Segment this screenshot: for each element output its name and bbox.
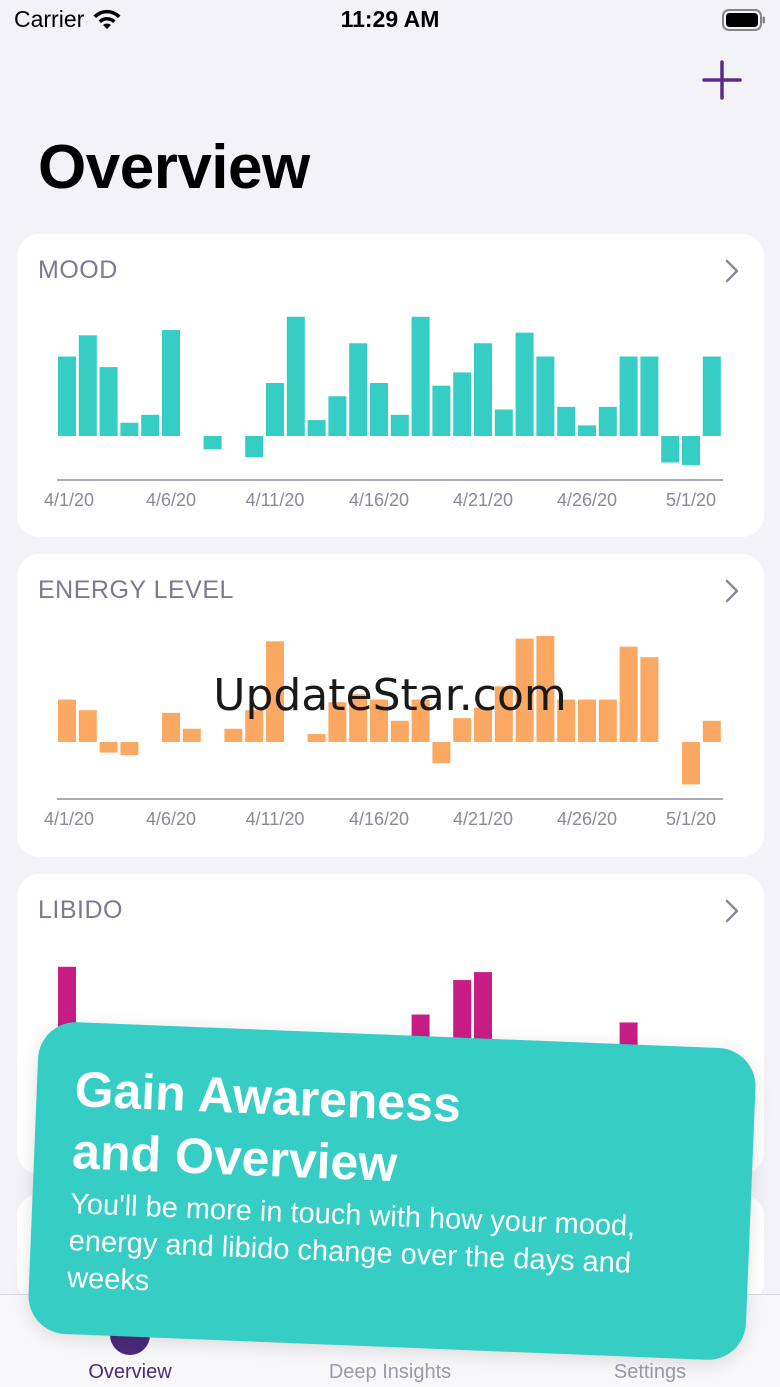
bar-4-24-20 bbox=[536, 356, 555, 436]
bar-4-4-20 bbox=[120, 422, 139, 436]
bar-4-7-20 bbox=[182, 728, 201, 742]
x-tick-label: 4/6/20 bbox=[146, 809, 196, 829]
tab-overview[interactable]: Overview bbox=[30, 1361, 230, 1384]
status-time: 11:29 AM bbox=[340, 6, 440, 32]
bar-4-8-20 bbox=[203, 436, 222, 450]
bar-4-30-20 bbox=[661, 436, 680, 463]
promo-title: Gain Awareness and Overview bbox=[71, 1058, 717, 1208]
x-tick-label: 4/26/20 bbox=[557, 490, 617, 510]
bar-4-20-20 bbox=[453, 372, 472, 436]
x-tick-label: 4/6/20 bbox=[146, 490, 196, 510]
bar-4-1-20 bbox=[58, 356, 76, 436]
bar-4-5-20 bbox=[141, 414, 160, 436]
bar-4-2-20 bbox=[78, 335, 97, 436]
bar-4-3-20 bbox=[99, 742, 118, 753]
bar-5-1-20 bbox=[682, 436, 700, 466]
bar-4-19-20 bbox=[432, 385, 451, 436]
bar-4-6-20 bbox=[162, 330, 180, 436]
bar-5-1-20 bbox=[682, 742, 700, 785]
bar-5-2-20 bbox=[702, 720, 721, 742]
bar-4-3-20 bbox=[99, 367, 118, 436]
x-tick-label: 4/1/20 bbox=[44, 809, 94, 829]
x-tick-label: 4/1/20 bbox=[44, 490, 94, 510]
x-tick-label: 4/11/20 bbox=[246, 490, 305, 510]
mood-card[interactable]: MOOD 4/1/20 4/6/20 4/11/20 4/16/20 4/21/20 4/… bbox=[17, 234, 764, 537]
bar-4-13-20 bbox=[307, 420, 326, 436]
bar-4-17-20 bbox=[390, 414, 409, 436]
bar-4-21-20 bbox=[474, 343, 492, 436]
bar-5-2-20 bbox=[702, 356, 721, 436]
x-tick-label: 4/11/20 bbox=[246, 809, 305, 829]
bar-4-23-20 bbox=[515, 332, 534, 436]
x-tick-label: 4/16/20 bbox=[349, 809, 409, 829]
bar-4-18-20 bbox=[411, 316, 430, 436]
bar-4-12-20 bbox=[286, 316, 305, 436]
battery-icon bbox=[722, 9, 765, 31]
promo-banner: Gain Awareness and Overview You'll be mo… bbox=[27, 1020, 757, 1362]
x-tick-label: 4/21/20 bbox=[453, 490, 513, 510]
bar-4-19-20 bbox=[432, 742, 451, 764]
x-tick-label: 5/1/20 bbox=[666, 490, 716, 510]
x-tick-label: 5/1/20 bbox=[666, 809, 716, 829]
add-entry-button[interactable] bbox=[700, 58, 744, 102]
x-tick-label: 4/26/20 bbox=[557, 809, 617, 829]
tab-settings[interactable]: Settings bbox=[550, 1361, 750, 1384]
bar-4-13-20 bbox=[307, 734, 326, 742]
bar-4-16-20 bbox=[370, 383, 388, 436]
status-bar: Carrier 11:29 AM bbox=[0, 0, 780, 44]
bar-4-22-20 bbox=[494, 409, 513, 436]
bar-4-14-20 bbox=[328, 396, 347, 436]
bar-4-25-20 bbox=[557, 406, 576, 436]
bar-4-17-20 bbox=[390, 720, 409, 742]
page-title: Overview bbox=[38, 133, 310, 202]
tab-deep-insights[interactable]: Deep Insights bbox=[290, 1361, 490, 1384]
watermark-text: UpdateStar.com bbox=[213, 670, 567, 721]
bar-4-15-20 bbox=[349, 343, 368, 436]
mood-chart: 4/1/20 4/6/20 4/11/20 4/16/20 4/21/20 4/26/20… bbox=[44, 316, 723, 510]
bar-4-4-20 bbox=[120, 742, 139, 756]
bar-4-10-20 bbox=[245, 436, 264, 458]
x-tick-label: 4/21/20 bbox=[453, 809, 513, 829]
bar-4-28-20 bbox=[619, 356, 638, 436]
bar-4-11-20 bbox=[266, 383, 284, 436]
x-tick-label: 4/16/20 bbox=[349, 490, 409, 510]
bar-4-9-20 bbox=[224, 728, 243, 742]
bar-4-27-20 bbox=[598, 406, 617, 436]
promo-description: You'll be more in touch with how your mo… bbox=[66, 1188, 636, 1298]
bar-4-29-20 bbox=[640, 356, 659, 436]
plus-icon bbox=[702, 60, 742, 100]
bar-4-26-20 bbox=[578, 425, 596, 436]
bar-4-20-20 bbox=[453, 718, 472, 742]
